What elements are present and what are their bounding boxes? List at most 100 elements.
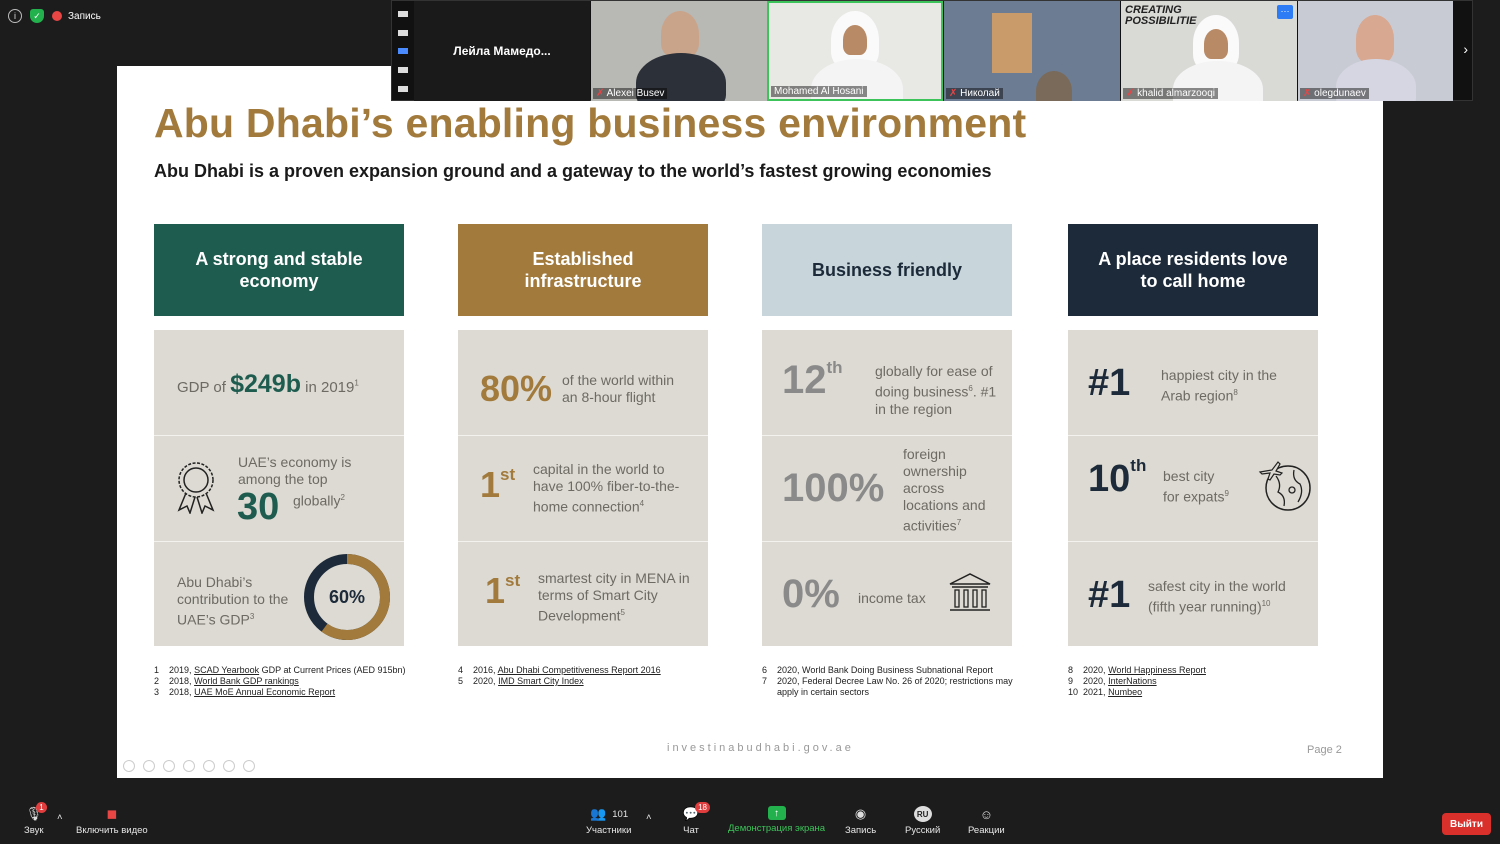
stat-gdp: GDP of $249b in 20191 [154,330,404,436]
language-button[interactable]: RU Русский [905,806,940,836]
tool-icon[interactable] [203,760,215,772]
tool-icon[interactable] [183,760,195,772]
stat-foreign-ownership: 100% foreign ownership across locations … [762,436,1012,542]
expats-value: 10 [1088,458,1131,500]
audio-options-caret[interactable]: ˄ [57,812,63,823]
participant-name: Николай [960,88,1000,99]
view-single-icon[interactable] [398,29,408,36]
reactions-button[interactable]: ☺ Реакции [968,806,1005,837]
chat-button[interactable]: 💬 18 Чат [682,802,710,836]
safest-text2: (fifth year running) [1148,598,1262,615]
stat-ease-of-business: 12th globally for ease of doing business… [762,330,1012,436]
participant-video-face [1204,29,1228,59]
grid-view-icon[interactable] [398,67,408,74]
participant-name-tag: ✗ Николай [946,88,1003,99]
fn-link[interactable]: IMD Smart City Index [498,676,584,686]
fn-link[interactable]: SCAD Yearbook [194,665,259,675]
fn-num: 6 [762,665,768,675]
stat-flight: 80% of the world within an 8-hour flight [458,330,708,436]
fn-year: 2020, [473,676,496,686]
caret-up-icon: ˄ [646,812,652,823]
fn-link[interactable]: Abu Dhabi Competitiveness Report 2016 [498,665,661,675]
tile-more-options-icon[interactable]: ··· [1277,5,1293,19]
tool-icon[interactable] [123,760,135,772]
column-header: Business friendly [762,224,1012,316]
ease-ordinal: th [826,357,843,377]
view-strip-icon[interactable] [398,48,408,55]
participant-name-tag: ✗ olegdunaev [1300,88,1369,99]
fiber-value: 1 [480,464,501,505]
participant-tile[interactable]: ✗ Alexei Busev [591,1,767,101]
stat-safest-city: #1 safest city in the world (fifth year … [1068,542,1318,646]
mic-muted-icon: ✗ [1303,88,1312,99]
language-globe-icon: RU [913,806,932,822]
footnote-ref: 5 [620,608,625,617]
leave-meeting-button[interactable]: Выйти [1442,813,1491,835]
fn-num: 10 [1068,687,1079,697]
footnotes-residents: 8 2020, World Happiness Report 9 2020, I… [1068,665,1206,698]
ease-value: 12 [782,358,827,402]
footnote-ref: 4 [639,499,645,508]
fn-text: 2020, Federal Decree Law No. 26 of 2020;… [777,676,1013,686]
tool-icon[interactable] [243,760,255,772]
slide-annotation-tools[interactable] [123,760,255,772]
tool-icon[interactable] [223,760,235,772]
safest-text1: safest city in the world [1148,578,1286,594]
participants-options-caret[interactable]: ˄ [646,812,652,823]
footnote-ref: 9 [1224,489,1229,498]
record-button[interactable]: ◉ Запись [845,806,876,836]
fn-year: 2016, [473,665,496,675]
minimize-icon[interactable] [398,11,408,18]
participant-name-tag: ✗ Alexei Busev [593,88,668,99]
participant-tile[interactable]: CREATING POSSIBILITIE ··· ✗ khalid almar… [1121,1,1297,101]
strip-view-controls[interactable] [392,1,414,102]
contribution-text: Abu Dhabi’s contribution to the UAE’s GD… [177,574,289,628]
meeting-toolbar: 🎙 1 Звук ˄ ◼ Включить видео 👥 101 Участни… [0,802,1500,844]
column-header: Established infrastructure [458,224,708,316]
fn-link[interactable]: InterNations [1108,676,1157,686]
share-screen-button[interactable]: ↑ Демонстрация экрана [728,806,825,834]
participant-tile-active-speaker[interactable]: Mohamed Al Hosani [767,1,943,101]
record-label: Запись [845,825,877,836]
fn-num: 3 [154,687,160,697]
expats-text2: for expats [1163,488,1225,505]
fn-link[interactable]: World Bank GDP rankings [194,676,299,686]
gdp-post: in 2019 [300,379,355,396]
recording-label: Запись [68,10,101,22]
fn-link[interactable]: World Happiness Report [1108,665,1206,675]
footnote-ref: 10 [1261,599,1271,608]
fn-year: 2019, [169,665,192,675]
share-screen-icon: ↑ [767,806,786,820]
record-icon: ◉ [854,806,867,821]
column-business-friendly: Business friendly 12th globally for ease… [762,224,1012,646]
ownership-text: foreign ownership across locations and a… [903,446,986,534]
participant-name: olegdunaev [1314,88,1366,99]
fn-num: 5 [458,676,464,686]
participant-tile[interactable]: ✗ olegdunaev [1298,1,1453,101]
footnotes-infrastructure: 4 2016, Abu Dhabi Competitiveness Report… [458,665,661,687]
recording-indicator-icon [52,11,62,21]
participant-tile[interactable]: ✗ Николай [944,1,1120,101]
participants-button[interactable]: 👥 101 Участники [586,806,631,836]
fn-link[interactable]: Numbeo [1108,687,1142,697]
video-button[interactable]: ◼ Включить видео [76,806,148,836]
chevron-right-icon[interactable]: › [1463,41,1468,57]
fn-num: 2 [154,676,160,686]
column-infrastructure: Established infrastructure 80% of the wo… [458,224,708,646]
info-icon[interactable]: i [8,9,22,23]
hide-icon[interactable] [398,85,408,92]
fn-num: 9 [1068,676,1074,686]
slide-subtitle: Abu Dhabi is a proven expansion ground a… [154,161,992,181]
top30-value: 30 [237,486,280,528]
slide-title: Abu Dhabi’s enabling business environmen… [154,100,1027,146]
fn-num: 4 [458,665,464,675]
tool-icon[interactable] [143,760,155,772]
participant-tile-no-video[interactable]: Лейла Мамедо... [414,1,590,101]
tool-icon[interactable] [163,760,175,772]
footnote-ref: 3 [249,612,255,621]
security-shield-icon[interactable]: ✓ [30,9,44,23]
stat-income-tax: 0% income tax [762,542,1012,646]
audio-button[interactable]: 🎙 1 Звук [24,802,47,836]
fn-link[interactable]: UAE MoE Annual Economic Report [194,687,335,697]
fiber-ordinal: st [500,465,516,484]
